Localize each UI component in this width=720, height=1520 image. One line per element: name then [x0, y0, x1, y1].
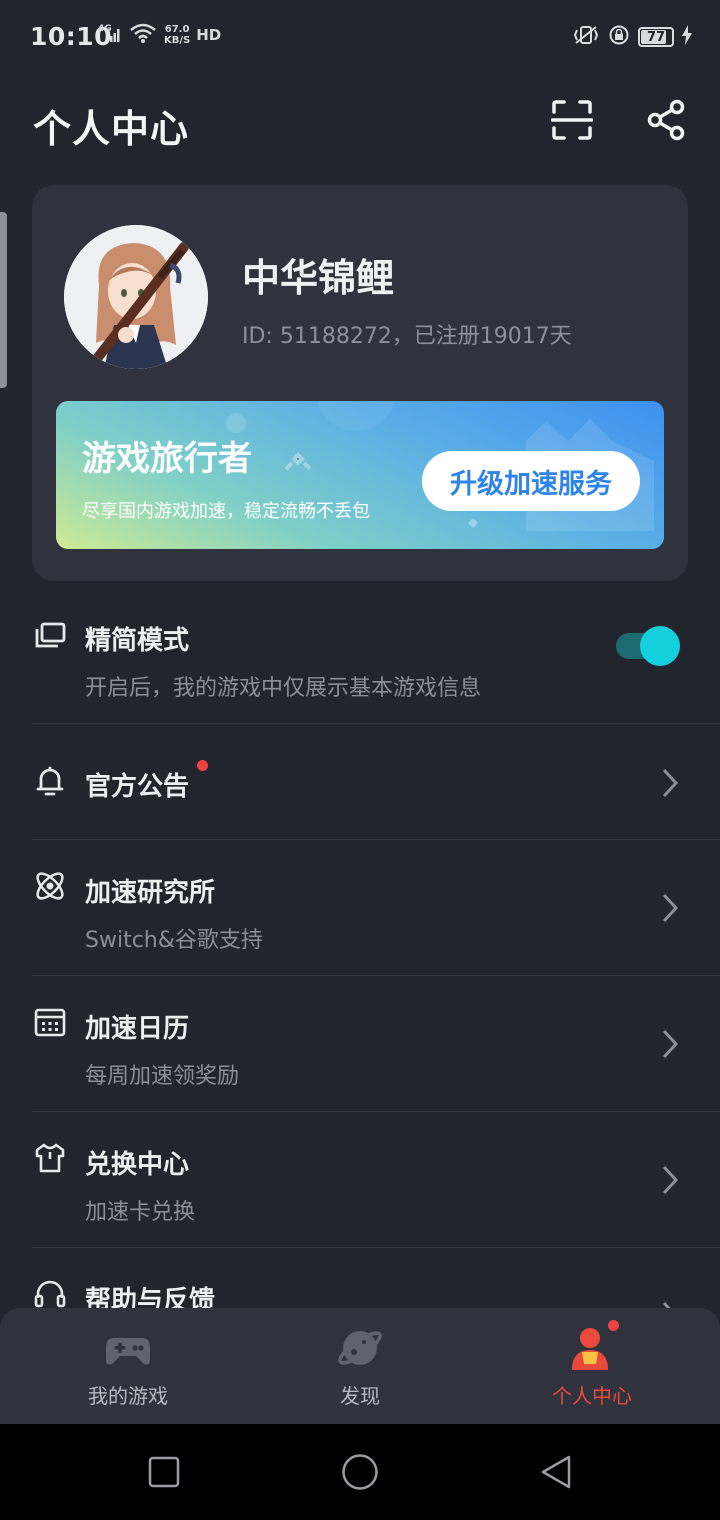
unread-badge	[197, 760, 208, 771]
chevron-right-icon	[662, 893, 679, 923]
exchange-title: 兑换中心	[85, 1150, 190, 1180]
tab-label: 我的游戏	[88, 1384, 168, 1408]
chevron-right-icon	[662, 1301, 671, 1308]
menu-item-exchange[interactable]: 兑换中心 加速卡兑换	[32, 1112, 720, 1248]
system-navigation-bar	[0, 1424, 720, 1520]
calendar-subtitle: 每周加速领奖励	[85, 1064, 240, 1089]
chevron-right-icon	[662, 1165, 679, 1195]
shirt-icon	[32, 1140, 68, 1176]
upgrade-button[interactable]: 升级加速服务	[422, 451, 640, 511]
bell-icon	[32, 764, 68, 800]
circle-icon	[342, 1454, 378, 1490]
menu-item-lite-mode: 精简模式 开启后，我的游戏中仅展示基本游戏信息	[32, 606, 720, 724]
status-bar: 10:10 4G 67.0 KB/S HD 77	[0, 0, 720, 72]
wifi-icon	[128, 22, 158, 48]
calendar-icon	[32, 1004, 68, 1040]
vip-banner[interactable]: 游戏旅行者 尽享国内游戏加速，稳定流畅不丢包 升级加速服务	[56, 401, 664, 549]
hd-indicator: HD	[196, 26, 222, 44]
vibrate-icon	[572, 24, 600, 50]
avatar[interactable]	[64, 225, 208, 369]
exchange-subtitle: 加速卡兑换	[85, 1200, 196, 1225]
battery-icon: 77	[638, 27, 674, 47]
scan-icon	[550, 100, 594, 144]
square-icon	[148, 1456, 180, 1488]
lock-rotation-icon	[608, 24, 630, 50]
atom-icon	[32, 868, 68, 904]
share-button[interactable]	[642, 98, 690, 146]
scan-button[interactable]	[548, 98, 596, 146]
tab-profile[interactable]: 个人中心	[472, 1308, 712, 1424]
share-icon	[646, 99, 686, 145]
chevron-right-icon	[662, 1029, 679, 1059]
calendar-title: 加速日历	[85, 1014, 190, 1044]
help-title: 帮助与反馈	[85, 1286, 216, 1308]
menu-item-acceleration-lab[interactable]: 加速研究所 Switch&谷歌支持	[32, 840, 720, 976]
lite-mode-title: 精简模式	[85, 626, 190, 656]
triangle-back-icon	[541, 1455, 571, 1489]
tab-label: 个人中心	[552, 1384, 632, 1408]
home-button[interactable]	[340, 1452, 380, 1492]
window-stack-icon	[32, 618, 68, 654]
headset-icon	[32, 1278, 68, 1308]
menu-item-help[interactable]: 帮助与反馈	[32, 1248, 720, 1308]
edge-handle[interactable]	[0, 212, 7, 388]
lite-mode-subtitle: 开启后，我的游戏中仅展示基本游戏信息	[85, 676, 482, 701]
back-button[interactable]	[536, 1452, 576, 1492]
announcement-title: 官方公告	[85, 772, 190, 802]
gamepad-icon	[106, 1338, 150, 1365]
profile-card: 中华锦鲤 ID: 51188272，已注册19017天 游戏旅行者 尽享国内游戏…	[32, 185, 688, 581]
user-id: ID: 51188272，已注册19017天	[242, 324, 572, 349]
menu-item-announcement[interactable]: 官方公告	[32, 724, 720, 840]
notification-dot	[608, 1320, 619, 1331]
lab-title: 加速研究所	[85, 878, 216, 908]
tab-discover[interactable]: 发现	[240, 1308, 480, 1424]
username: 中华锦鲤	[242, 256, 395, 300]
bottom-nav: 我的游戏 发现 个人中心	[0, 1308, 720, 1424]
status-left-icons: 4G 67.0 KB/S HD	[98, 22, 221, 48]
menu-item-calendar[interactable]: 加速日历 每周加速领奖励	[32, 976, 720, 1112]
tab-label: 发现	[340, 1384, 380, 1408]
svg-text:4G: 4G	[98, 24, 112, 34]
vip-subtitle: 尽享国内游戏加速，稳定流畅不丢包	[82, 501, 370, 522]
lite-mode-toggle[interactable]	[616, 626, 680, 666]
charging-icon	[682, 25, 692, 49]
tab-my-games[interactable]: 我的游戏	[8, 1308, 248, 1424]
recents-button[interactable]	[144, 1452, 184, 1492]
status-right-icons: 77	[572, 24, 692, 50]
lab-subtitle: Switch&谷歌支持	[85, 928, 263, 953]
network-speed: 67.0 KB/S	[164, 24, 191, 46]
person-icon	[572, 1328, 608, 1370]
planet-icon	[338, 1331, 382, 1365]
vip-title: 游戏旅行者	[82, 439, 252, 479]
chevron-right-icon	[662, 768, 679, 798]
signal-icon: 4G	[98, 22, 122, 48]
page-title: 个人中心	[33, 107, 190, 151]
